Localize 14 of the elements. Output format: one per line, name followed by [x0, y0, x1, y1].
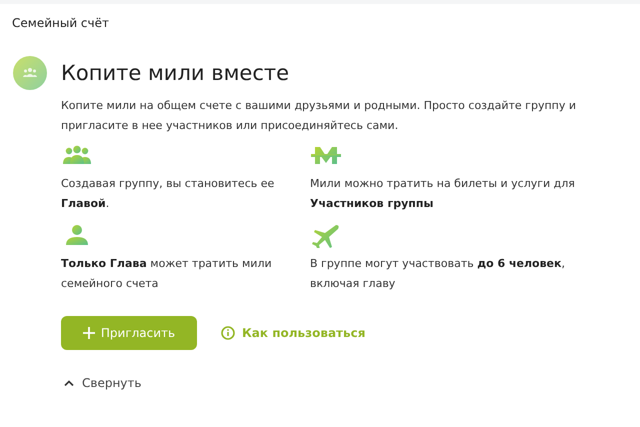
- plus-icon: [82, 327, 95, 339]
- feature-text: Только Глава может тратить мили семейного счета: [61, 256, 273, 292]
- description: Копите мили на общем счете с вашими друзьями и родными. Просто создайте группу и пригласите в нее участников или присоединяйтесь сами.: [61, 98, 577, 134]
- feature-text: Создавая группу, вы становитесь ее Главой.: [61, 176, 276, 212]
- section-title: Семейный счёт: [12, 15, 110, 32]
- feature-text: В группе могут участвовать до 6 человек, включая главу: [310, 256, 566, 292]
- invite-button[interactable]: Пригласить: [61, 316, 197, 350]
- collapse-link[interactable]: Свернуть: [64, 376, 142, 390]
- heading: Копите мили вместе: [61, 61, 290, 85]
- info-icon: [221, 326, 235, 340]
- how-to-use-link[interactable]: Как пользоваться: [221, 326, 366, 340]
- group-badge-icon: [13, 56, 47, 90]
- feature-text: Мили можно тратить на билеты и услуги для Участников группы: [310, 176, 576, 212]
- caret-up-icon: [64, 380, 74, 386]
